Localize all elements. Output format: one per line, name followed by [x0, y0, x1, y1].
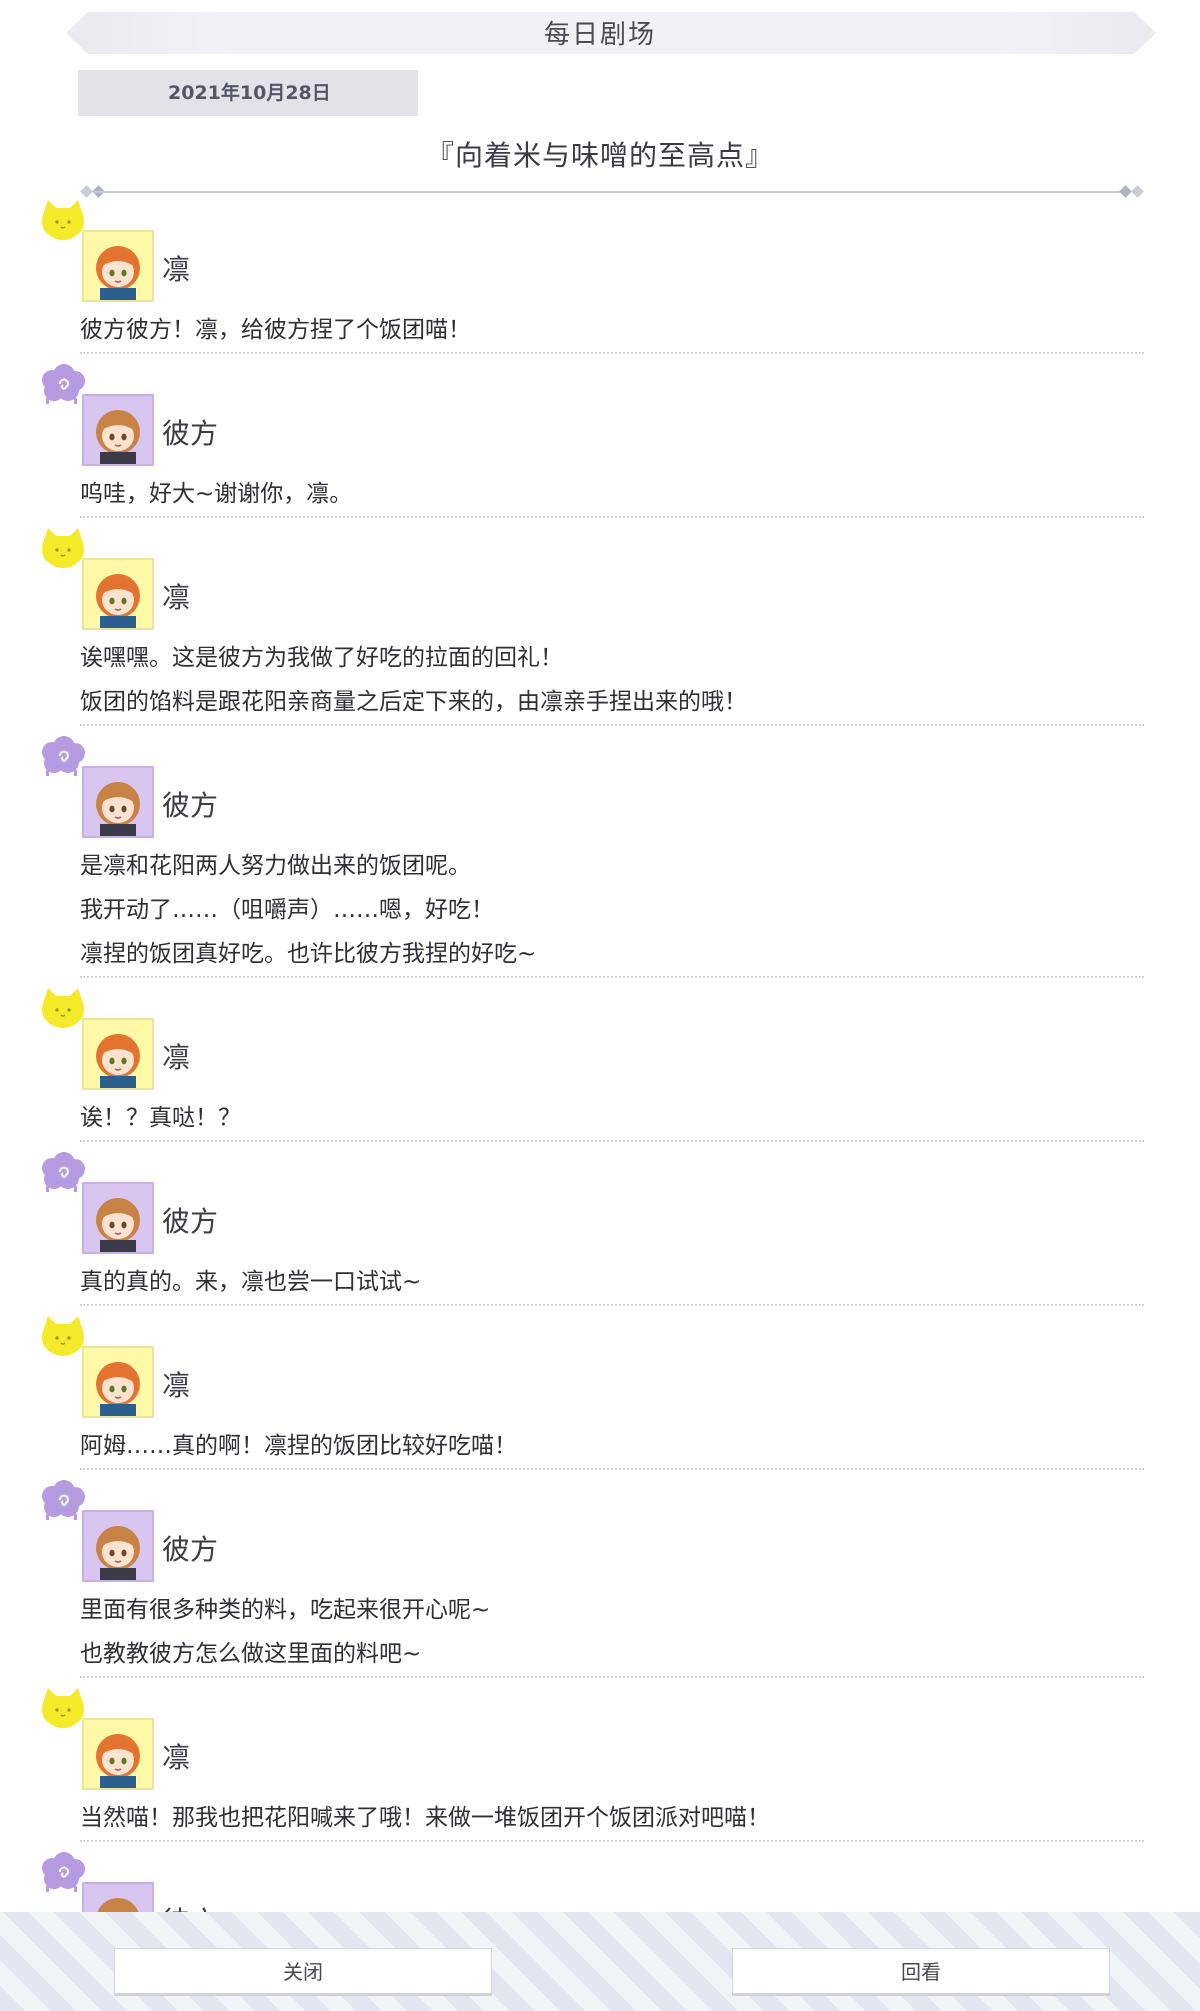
divider-diamond-left — [80, 185, 93, 198]
entry-separator — [80, 724, 1144, 726]
entry-separator — [80, 1468, 1144, 1470]
speaker-name: 彼方 — [162, 789, 219, 822]
cat-badge-icon — [38, 526, 88, 570]
entry-separator — [80, 1304, 1144, 1306]
dialogue-line: 我开动了……（咀嚼声）……嗯，好吃！ — [80, 897, 494, 923]
page-title: 每日剧场 — [543, 20, 656, 50]
title-divider — [80, 185, 1144, 198]
daily-theater-window: 每日剧场 2021年10月28日 『向着米与味噌的至高点』 凛彼方彼方！凛，给彼… — [0, 0, 1200, 2011]
speaker-avatar — [82, 1182, 154, 1254]
entry-separator — [80, 1140, 1144, 1142]
speaker-name: 彼方 — [162, 417, 219, 450]
speaker-avatar — [82, 1510, 154, 1582]
entry-separator — [80, 976, 1144, 978]
sheep-badge-icon — [38, 1850, 88, 1894]
story-title: 『向着米与味噌的至高点』 — [425, 139, 774, 172]
cat-badge-icon — [38, 986, 88, 1030]
sheep-badge-icon — [38, 1478, 88, 1522]
speaker-name: 彼方 — [162, 1205, 219, 1238]
speaker-name: 凛 — [162, 1041, 191, 1074]
sheep-badge-icon — [38, 1150, 88, 1194]
entry-separator — [80, 516, 1144, 518]
sheep-badge-icon — [38, 734, 88, 778]
dialogue-line: 饭团的馅料是跟花阳亲商量之后定下来的，由凛亲手捏出来的哦！ — [80, 689, 747, 715]
speaker-avatar — [82, 1718, 154, 1790]
speaker-avatar — [82, 230, 154, 302]
dialogue-line: 是凛和花阳两人努力做出来的饭团呢。 — [80, 853, 471, 879]
entry-separator — [80, 1676, 1144, 1678]
dialogue-line: 阿姆……真的啊！凛捏的饭团比较好吃喵！ — [80, 1433, 517, 1459]
dialogue-line: 里面有很多种类的料，吃起来很开心呢~ — [80, 1597, 491, 1623]
divider-diamond-right — [1131, 185, 1144, 198]
dialogue-line: 诶嘿嘿。这是彼方为我做了好吃的拉面的回礼！ — [80, 645, 563, 671]
speaker-avatar — [82, 1346, 154, 1418]
cat-badge-icon — [38, 1314, 88, 1358]
dialogue-line: 诶！？真哒！？ — [80, 1105, 241, 1131]
speaker-avatar — [82, 1018, 154, 1090]
entry-separator — [80, 1840, 1144, 1842]
speaker-avatar — [82, 558, 154, 630]
dialogue-line: 彼方彼方！凛，给彼方捏了个饭团喵！ — [80, 317, 471, 343]
speaker-avatar — [82, 766, 154, 838]
dialogue-line: 呜哇，好大~谢谢你，凛。 — [80, 481, 353, 507]
speaker-avatar — [82, 394, 154, 466]
sheep-badge-icon — [38, 362, 88, 406]
close-button[interactable]: 关闭 — [114, 1948, 492, 1994]
divider-line — [94, 191, 1130, 193]
dialogue-line: 凛捏的饭团真好吃。也许比彼方我捏的好吃~ — [80, 941, 537, 967]
dialogue-line: 也教教彼方怎么做这里面的料吧~ — [80, 1641, 422, 1667]
dialogue-line: 当然喵！那我也把花阳喊来了哦！来做一堆饭团开个饭团派对吧喵！ — [80, 1805, 770, 1831]
divider-diamond-right-inner — [1119, 185, 1132, 198]
entry-separator — [80, 352, 1144, 354]
date-label: 2021年10月28日 — [78, 70, 418, 116]
speaker-name: 凛 — [162, 253, 191, 286]
cat-badge-icon — [38, 198, 88, 242]
cat-badge-icon — [38, 1686, 88, 1730]
speaker-name: 凛 — [162, 1741, 191, 1774]
speaker-name: 凛 — [162, 1369, 191, 1402]
replay-button[interactable]: 回看 — [732, 1948, 1110, 1994]
speaker-name: 凛 — [162, 581, 191, 614]
speaker-name: 彼方 — [162, 1533, 219, 1566]
dialogue-line: 真的真的。来，凛也尝一口试试~ — [80, 1269, 422, 1295]
